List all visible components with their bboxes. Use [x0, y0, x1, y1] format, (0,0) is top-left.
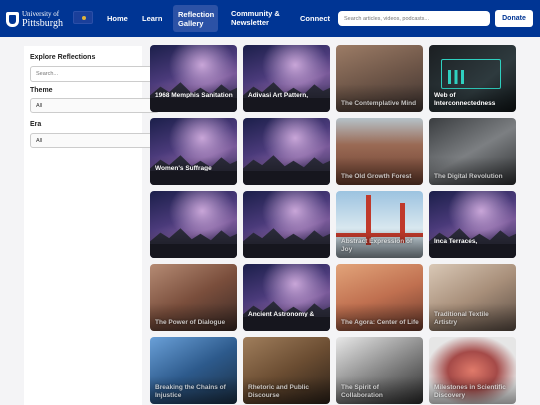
donate-button[interactable]: Donate — [495, 10, 533, 27]
tile-shade — [243, 84, 330, 112]
gallery-tile[interactable]: Breaking the Chains of Injustice — [150, 337, 237, 404]
gallery-tile-title: 1968 Memphis Sanitation Strike — [155, 92, 233, 107]
gallery-tile-title: Web of Interconnectedness — [434, 92, 496, 107]
gallery-tile-title: Adivasi Art Pattern, Odisha — [248, 92, 309, 107]
gallery-tile[interactable]: Traditional Textile Artistry — [429, 264, 516, 331]
gallery-tile-title: The Old Growth Forest — [341, 173, 412, 180]
nav-community-newsletter[interactable]: Community & Newsletter — [231, 9, 293, 27]
gallery-tile-title: Abstract Expression of Joy — [341, 238, 413, 253]
gallery-tile[interactable]: Abstract Expression of Joy — [336, 191, 423, 258]
gallery-tile[interactable]: Adivasi Art Pattern, Odisha — [243, 45, 330, 112]
gallery-tile-title: Milestones in Scientific Discovery — [434, 384, 506, 399]
gallery-tile[interactable]: The Power of Dialogue — [150, 264, 237, 331]
era-select-value: All — [36, 137, 43, 144]
tile-shade — [150, 157, 237, 185]
gallery-tile-title: The Contemplative Mind — [341, 100, 417, 107]
theme-label: Theme — [30, 87, 53, 94]
gallery-tile-title: Inca Terraces, Sustainable Farming — [434, 238, 498, 253]
gallery-tile[interactable]: The Contemplative Mind — [336, 45, 423, 112]
crest-icon — [6, 11, 19, 27]
gallery-tile[interactable]: The Digital Revolution — [429, 118, 516, 185]
sidebar-title: Explore Reflections — [30, 54, 96, 61]
gallery-tile-title: Silk Road Connections — [155, 246, 226, 253]
nav-learn[interactable]: Learn — [142, 14, 162, 23]
gallery-tile-title: Ancient Astronomy & Navigation — [248, 311, 315, 326]
gallery-tile[interactable]: Web of Interconnectedness — [429, 45, 516, 112]
gallery-tile[interactable]: Milestones in Scientific Discovery — [429, 337, 516, 404]
era-label: Era — [30, 121, 42, 128]
gallery-tile[interactable]: Inca Terraces, Sustainable Farming — [429, 191, 516, 258]
logo-line-2: Pittsburgh — [22, 17, 63, 29]
tile-shade — [150, 230, 237, 258]
tile-shade — [150, 84, 237, 112]
gallery-tile-title: Rhetoric and Public Discourse — [248, 384, 310, 399]
site-header: University of Pittsburgh Home Learn Refl… — [0, 0, 540, 37]
nav-connect[interactable]: Connect — [300, 14, 330, 23]
gallery-tile[interactable]: Voice of Dissent, 1960s — [243, 191, 330, 258]
gallery-tile-title: The Digital Revolution — [434, 173, 503, 180]
gallery-tile[interactable]: 1968 Memphis Sanitation Strike — [150, 45, 237, 112]
gallery-tile-title: Byzantine Mosaic Craft — [248, 173, 320, 180]
nav-home[interactable]: Home — [107, 14, 128, 23]
theme-select[interactable]: All ▾ — [30, 98, 159, 113]
tile-shade — [429, 230, 516, 258]
tile-shade — [243, 303, 330, 331]
flag-icon — [73, 11, 93, 24]
gallery-tile-title: The Spirit of Collaboration — [341, 384, 383, 399]
gallery-tile[interactable]: Ancient Astronomy & Navigation — [243, 264, 330, 331]
logo-line-1: University of — [22, 9, 60, 18]
gallery-tile-title: Traditional Textile Artistry — [434, 311, 489, 326]
gallery-tile[interactable]: Women's Suffrage Movement — [150, 118, 237, 185]
gallery-tile[interactable]: The Agora: Center of Life — [336, 264, 423, 331]
gallery-tile[interactable]: The Spirit of Collaboration — [336, 337, 423, 404]
logo-wordmark: University of Pittsburgh — [22, 10, 63, 29]
gallery-tile[interactable]: The Old Growth Forest — [336, 118, 423, 185]
gallery-tile-title: The Agora: Center of Life — [341, 319, 419, 326]
gallery-tile[interactable]: Rhetoric and Public Discourse — [243, 337, 330, 404]
tile-shade — [243, 157, 330, 185]
sidebar-search-input[interactable] — [30, 66, 159, 82]
era-select[interactable]: All ▾ — [30, 133, 159, 148]
theme-select-value: All — [36, 102, 43, 109]
gallery-tile-title: The Power of Dialogue — [155, 319, 226, 326]
gallery-tile-title: Women's Suffrage Movement — [155, 165, 212, 180]
gallery-tile-title: Voice of Dissent, 1960s — [248, 246, 320, 253]
nav-reflection-gallery[interactable]: Reflection Gallery — [173, 5, 218, 32]
site-search-input[interactable] — [338, 11, 490, 26]
gallery-tile[interactable]: Byzantine Mosaic Craft — [243, 118, 330, 185]
gallery-tile[interactable]: Silk Road Connections — [150, 191, 237, 258]
gallery-tile-title: Breaking the Chains of Injustice — [155, 384, 226, 399]
university-logo[interactable]: University of Pittsburgh — [6, 9, 66, 29]
tile-shade — [243, 230, 330, 258]
filter-sidebar: Explore Reflections Theme All ▾ Era All … — [24, 46, 159, 405]
